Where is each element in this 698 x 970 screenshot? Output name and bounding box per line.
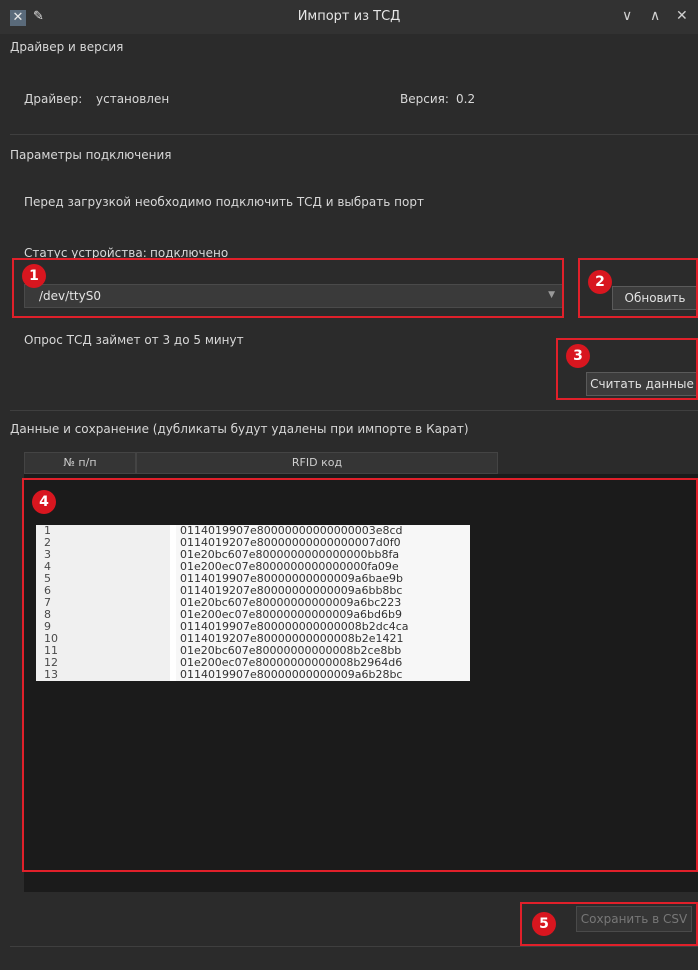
divider [10, 134, 698, 135]
version-value: 0.2 [456, 92, 476, 106]
maximize-icon[interactable]: ∧ [650, 8, 660, 24]
driver-group-title: Драйвер и версия [10, 40, 124, 54]
connection-group-title: Параметры подключения [10, 148, 172, 162]
annotation-badge-1: 1 [22, 264, 46, 288]
poll-note: Опрос ТСД займет от 3 до 5 минут [24, 333, 244, 347]
column-header-number[interactable]: № п/п [24, 452, 136, 474]
window-title: Импорт из ТСД [297, 9, 401, 24]
annotation-box-4 [22, 478, 698, 872]
version-label: Версия: [400, 92, 449, 106]
annotation-box-1 [12, 258, 564, 318]
annotation-badge-5: 5 [532, 912, 556, 936]
column-header-rfid[interactable]: RFID код [136, 452, 498, 474]
minimize-icon[interactable]: ∨ [622, 8, 632, 24]
driver-label: Драйвер: [24, 92, 83, 106]
divider [10, 410, 698, 411]
annotation-badge-2: 2 [588, 270, 612, 294]
data-group-title: Данные и сохранение (дубликаты будут уда… [10, 422, 469, 436]
annotation-badge-3: 3 [566, 344, 590, 368]
annotation-badge-4: 4 [32, 490, 56, 514]
close-icon[interactable]: ✕ [676, 8, 688, 24]
driver-value: установлен [96, 92, 170, 106]
divider [10, 946, 698, 947]
connection-hint: Перед загрузкой необходимо подключить ТС… [24, 195, 424, 209]
title-bar: ✕ ✎ Импорт из ТСД ∨ ∧ ✕ [0, 0, 698, 34]
